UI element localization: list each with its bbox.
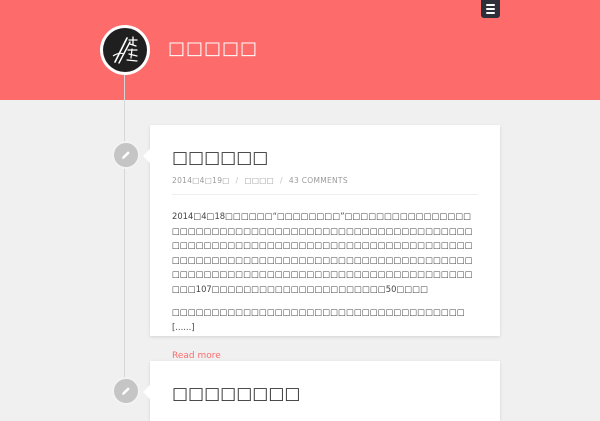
post-meta: 2014□4□19□ / □□□□/43 COMMENTS: [172, 176, 348, 185]
timeline-line: [124, 75, 125, 400]
post-comments[interactable]: 43 COMMENTS: [289, 176, 348, 185]
divider: [172, 194, 478, 195]
site-header: □□□□□: [0, 0, 600, 100]
post-paragraph: 2014□4□18□□□□□□“□□□□□□□□”□□□□□□□□□□□□□□□…: [172, 211, 473, 294]
post-title[interactable]: □□□□□□: [172, 147, 478, 169]
post-author[interactable]: □□□□: [245, 176, 275, 185]
post-excerpt: 2014□4□18□□□□□□“□□□□□□□□”□□□□□□□□□□□□□□□…: [172, 209, 478, 334]
site-title[interactable]: □□□□□: [168, 38, 258, 59]
post-date[interactable]: 2014□4□19□: [172, 176, 230, 185]
hamburger-menu-icon-bar: [486, 12, 495, 14]
post-card: □□□□□□□□: [143, 361, 500, 421]
post-paragraph: □□□□□□□□□□□□□□□□□□□□□□□□□□□□□□□□□□□□□[..…: [172, 307, 465, 332]
menu-button[interactable]: [481, 0, 500, 18]
post-title[interactable]: □□□□□□□□: [172, 383, 478, 405]
pencil-icon: [112, 377, 140, 405]
read-more-link[interactable]: Read more: [172, 351, 221, 361]
pencil-icon: [112, 141, 140, 169]
hamburger-menu-icon: [486, 4, 495, 6]
hamburger-menu-icon-bar: [486, 8, 495, 10]
calligraphy-logo-icon: [103, 28, 147, 72]
post-card: □□□□□□ 2014□4□19□ / □□□□/43 COMMENTS 2014□…: [143, 125, 500, 361]
avatar[interactable]: [100, 25, 150, 75]
